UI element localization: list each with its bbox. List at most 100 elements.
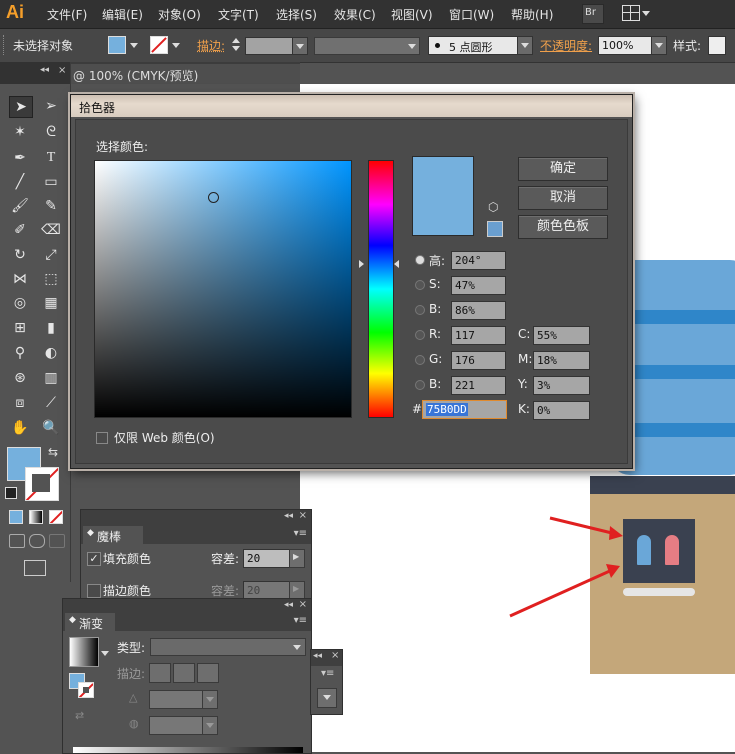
menu-window[interactable]: 窗口(W) xyxy=(449,6,494,23)
saturation-input[interactable]: 47% xyxy=(451,276,506,295)
close-icon[interactable]: × xyxy=(331,650,339,661)
panel-dropdown[interactable] xyxy=(317,688,337,708)
close-icon[interactable]: × xyxy=(58,65,66,76)
hue-slider-right-arrow[interactable] xyxy=(394,260,399,268)
brightness-radio[interactable] xyxy=(415,305,425,315)
eyedropper-tool-icon[interactable]: ⚲ xyxy=(9,343,31,363)
variable-width-dropdown[interactable] xyxy=(314,37,420,55)
stroke-swatch[interactable] xyxy=(150,36,168,54)
magic-wand-tool-icon[interactable]: ✶ xyxy=(9,122,31,142)
rectangle-tool-icon[interactable]: ▭ xyxy=(40,172,62,192)
menu-file[interactable]: 文件(F) xyxy=(47,6,87,23)
blend-tool-icon[interactable]: ◐ xyxy=(40,343,62,363)
menu-effect[interactable]: 效果(C) xyxy=(334,6,376,23)
pencil-tool-icon[interactable]: ✎ xyxy=(40,196,62,216)
gradient-tool-icon[interactable]: ▮ xyxy=(40,318,62,338)
graph-tool-icon[interactable]: ▥ xyxy=(40,368,62,388)
panel-menu-icon[interactable]: ▾≡ xyxy=(294,528,307,539)
stroke-color-checkbox[interactable] xyxy=(87,584,101,598)
draw-normal-icon[interactable] xyxy=(9,534,25,548)
workspace-switcher[interactable] xyxy=(622,5,650,23)
ok-button[interactable]: 确定 xyxy=(518,157,608,181)
tab-gradient[interactable]: ◆ 渐变 xyxy=(65,613,115,631)
type-tool-icon[interactable]: T xyxy=(40,148,62,168)
red-input[interactable]: 117 xyxy=(451,326,506,345)
stroke-color-box[interactable] xyxy=(25,467,59,501)
stroke-along-button[interactable] xyxy=(173,663,195,683)
gradient-stroke-icon[interactable] xyxy=(78,682,94,698)
width-tool-icon[interactable]: ⋈ xyxy=(9,269,31,289)
selection-tool-icon[interactable]: ➤ xyxy=(9,96,33,118)
stroke-weight-input[interactable] xyxy=(245,37,293,55)
color-swatches-button[interactable]: 颜色色板 xyxy=(518,215,608,239)
slice-tool-icon[interactable]: ⟋ xyxy=(40,393,62,413)
aspect-ratio-input[interactable] xyxy=(149,716,203,735)
gamut-color-swatch[interactable] xyxy=(487,221,503,237)
none-mode-icon[interactable] xyxy=(49,510,63,524)
screen-mode-icon[interactable] xyxy=(24,560,46,576)
hue-radio[interactable] xyxy=(415,255,425,265)
draw-behind-icon[interactable] xyxy=(29,534,45,548)
collapse-icon[interactable]: ◂◂ xyxy=(284,511,293,521)
menu-view[interactable]: 视图(V) xyxy=(391,6,433,23)
green-radio[interactable] xyxy=(415,355,425,365)
fill-tolerance-slider-button[interactable]: ▶ xyxy=(289,549,305,568)
color-mode-icon[interactable] xyxy=(9,510,23,524)
angle-input[interactable] xyxy=(149,690,203,709)
hex-input[interactable]: 75B0DD xyxy=(422,400,507,419)
panel-menu-icon[interactable]: ▾≡ xyxy=(321,668,334,679)
reverse-gradient-icon[interactable]: ⇄ xyxy=(75,709,84,722)
style-swatch[interactable] xyxy=(708,36,726,55)
close-icon[interactable]: × xyxy=(299,599,307,610)
gradient-preview[interactable] xyxy=(69,637,99,667)
grip-handle[interactable] xyxy=(3,35,7,55)
pen-tool-icon[interactable]: ✒ xyxy=(9,148,31,168)
menu-select[interactable]: 选择(S) xyxy=(276,6,317,23)
eraser-tool-icon[interactable]: ⌫ xyxy=(40,220,62,240)
close-icon[interactable]: × xyxy=(299,510,307,521)
stroke-weight-dropdown[interactable] xyxy=(292,37,308,55)
bridge-button[interactable]: Br xyxy=(582,4,604,24)
opacity-input[interactable]: 100% xyxy=(598,36,652,55)
symbol-sprayer-tool-icon[interactable]: ⊛ xyxy=(9,368,31,388)
gradient-preset-dropdown[interactable] xyxy=(101,651,109,656)
saturation-brightness-field[interactable] xyxy=(94,160,352,418)
hue-slider[interactable] xyxy=(368,160,394,418)
direct-selection-tool-icon[interactable]: ➢ xyxy=(40,96,62,116)
gradient-mode-icon[interactable] xyxy=(29,510,43,524)
blue-input[interactable]: 221 xyxy=(451,376,506,395)
blob-brush-tool-icon[interactable]: ✐ xyxy=(9,220,31,240)
green-input[interactable]: 176 xyxy=(451,351,506,370)
magenta-input[interactable]: 18% xyxy=(533,351,590,370)
stroke-stepper[interactable] xyxy=(232,37,242,53)
opacity-label[interactable]: 不透明度: xyxy=(540,37,592,54)
tab-magic-wand[interactable]: ◆ 魔棒 xyxy=(83,526,143,544)
brightness-input[interactable]: 86% xyxy=(451,301,506,320)
hue-slider-left-arrow[interactable] xyxy=(359,260,364,268)
menu-edit[interactable]: 编辑(E) xyxy=(102,6,143,23)
mesh-tool-icon[interactable]: ⊞ xyxy=(9,318,31,338)
dialog-titlebar[interactable]: 拾色器 xyxy=(71,95,632,117)
aspect-ratio-dropdown[interactable] xyxy=(202,716,218,735)
red-radio[interactable] xyxy=(415,330,425,340)
paintbrush-tool-icon[interactable]: 🖌 xyxy=(9,196,31,216)
line-tool-icon[interactable]: ╱ xyxy=(9,172,31,192)
panel-menu-icon[interactable]: ▾≡ xyxy=(294,615,307,626)
web-colors-only-checkbox[interactable] xyxy=(96,432,108,444)
artboard-tool-icon[interactable]: ⧈ xyxy=(9,393,31,413)
draw-inside-icon[interactable] xyxy=(49,534,65,548)
swap-icon[interactable]: ⇆ xyxy=(48,445,58,459)
lasso-tool-icon[interactable]: ᘓ xyxy=(40,122,62,142)
saturation-radio[interactable] xyxy=(415,280,425,290)
yellow-input[interactable]: 3% xyxy=(533,376,590,395)
shape-builder-tool-icon[interactable]: ◎ xyxy=(9,293,31,313)
stroke-dropdown-icon[interactable] xyxy=(172,43,180,48)
stroke-within-button[interactable] xyxy=(149,663,171,683)
scale-tool-icon[interactable]: ⤢ xyxy=(40,245,62,265)
menu-type[interactable]: 文字(T) xyxy=(218,6,259,23)
stroke-label[interactable]: 描边: xyxy=(197,37,225,54)
collapse-icon[interactable]: ◂◂ xyxy=(313,651,322,661)
cancel-button[interactable]: 取消 xyxy=(518,186,608,210)
free-transform-tool-icon[interactable]: ⬚ xyxy=(40,269,62,289)
out-of-gamut-cube-icon[interactable]: ⬡ xyxy=(488,200,498,214)
